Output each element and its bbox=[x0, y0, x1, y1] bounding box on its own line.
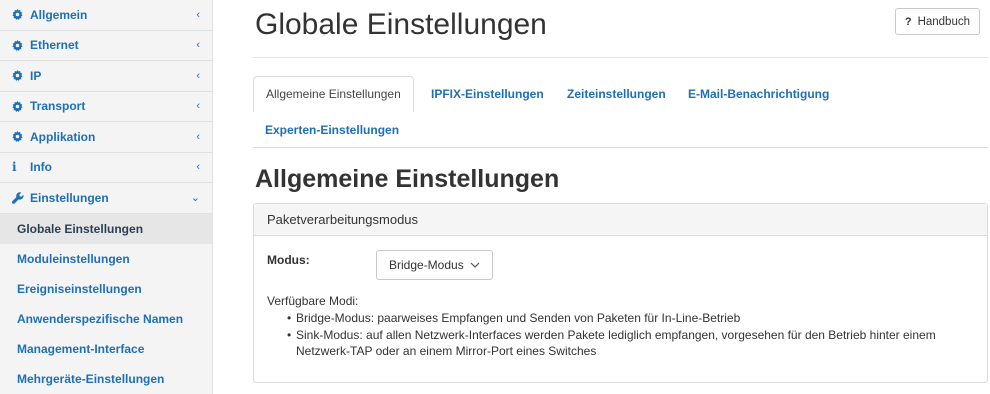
sidebar: Allgemein ‹ Ethernet ‹ IP ‹ Transport ‹ … bbox=[0, 0, 213, 394]
divider bbox=[253, 57, 988, 58]
chevron-left-icon: ‹ bbox=[196, 8, 200, 21]
panel-title: Paketverarbeitungsmodus bbox=[254, 204, 987, 236]
chevron-left-icon: ‹ bbox=[196, 161, 200, 174]
list-item: Sink-Modus: auf allen Netzwerk-Interface… bbox=[287, 327, 977, 360]
sidebar-subitem-anwenderspezifische-namen[interactable]: Anwenderspezifische Namen bbox=[0, 304, 212, 334]
mode-select-value: Bridge-Modus bbox=[389, 258, 464, 272]
section-title: Allgemeine Einstellungen bbox=[255, 165, 560, 193]
tab-email-benachrichtigung[interactable]: E-Mail-Benachrichtigung bbox=[676, 76, 841, 112]
sidebar-item-label: Transport bbox=[30, 99, 86, 114]
page-title: Globale Einstellungen bbox=[255, 8, 547, 41]
sidebar-item-label: Applikation bbox=[30, 129, 96, 144]
sidebar-item-einstellungen[interactable]: Einstellungen ⌄ bbox=[0, 183, 212, 214]
chevron-left-icon: ‹ bbox=[196, 130, 200, 143]
sidebar-subitem-management-interface[interactable]: Management-Interface bbox=[0, 334, 212, 364]
sidebar-subitem-globale-einstellungen[interactable]: Globale Einstellungen bbox=[0, 213, 212, 244]
sidebar-item-ethernet[interactable]: Ethernet ‹ bbox=[0, 31, 212, 61]
sidebar-item-label: Ethernet bbox=[30, 38, 79, 53]
available-modes-label: Verfügbare Modi: bbox=[267, 294, 359, 308]
gear-icon bbox=[12, 39, 26, 51]
tab-bar: Allgemeine Einstellungen IPFIX-Einstellu… bbox=[253, 76, 988, 148]
sidebar-item-label: Info bbox=[30, 160, 52, 175]
mode-label: Modus: bbox=[267, 253, 310, 267]
question-icon: ? bbox=[904, 15, 912, 28]
info-icon: i bbox=[12, 160, 17, 175]
sidebar-item-info[interactable]: i Info ‹ bbox=[0, 153, 212, 183]
main-content: Globale Einstellungen ? Handbuch Allgeme… bbox=[213, 0, 990, 394]
mode-select[interactable]: Bridge-Modus bbox=[376, 250, 493, 280]
panel-paketverarbeitungsmodus: Paketverarbeitungsmodus Modus: Bridge-Mo… bbox=[253, 203, 988, 383]
chevron-down-icon bbox=[470, 258, 480, 272]
sidebar-subitem-moduleinstellungen[interactable]: Moduleinstellungen bbox=[0, 244, 212, 274]
sidebar-item-ip[interactable]: IP ‹ bbox=[0, 61, 212, 92]
gear-icon bbox=[12, 9, 26, 21]
list-item: Bridge-Modus: paarweises Empfangen und S… bbox=[287, 310, 977, 327]
gear-icon bbox=[12, 100, 26, 112]
sidebar-item-label: Einstellungen bbox=[30, 190, 109, 205]
sidebar-subitem-ereigniseinstellungen[interactable]: Ereigniseinstellungen bbox=[0, 274, 212, 304]
chevron-left-icon: ‹ bbox=[196, 69, 200, 82]
sidebar-item-label: Allgemein bbox=[30, 7, 88, 22]
wrench-icon bbox=[12, 192, 26, 204]
help-button-label: Handbuch bbox=[917, 15, 970, 28]
sidebar-item-label: IP bbox=[30, 68, 42, 83]
sidebar-item-applikation[interactable]: Applikation ‹ bbox=[0, 122, 212, 153]
chevron-left-icon: ‹ bbox=[196, 39, 200, 52]
sidebar-subitem-mehrgeraete-einstellungen[interactable]: Mehrgeräte-Einstellungen bbox=[0, 364, 212, 394]
help-button[interactable]: ? Handbuch bbox=[894, 8, 980, 35]
tab-experten-einstellungen[interactable]: Experten-Einstellungen bbox=[253, 112, 411, 148]
sidebar-item-allgemein[interactable]: Allgemein ‹ bbox=[0, 0, 212, 31]
modes-list: Bridge-Modus: paarweises Empfangen und S… bbox=[287, 310, 977, 360]
chevron-left-icon: ‹ bbox=[196, 100, 200, 113]
tab-ipfix-einstellungen[interactable]: IPFIX-Einstellungen bbox=[419, 76, 556, 112]
tab-allgemeine-einstellungen[interactable]: Allgemeine Einstellungen bbox=[253, 76, 414, 112]
sidebar-item-transport[interactable]: Transport ‹ bbox=[0, 92, 212, 122]
chevron-down-icon: ⌄ bbox=[190, 192, 200, 205]
gear-icon bbox=[12, 131, 26, 143]
gear-icon bbox=[12, 70, 26, 82]
tab-zeiteinstellungen[interactable]: Zeiteinstellungen bbox=[555, 76, 678, 112]
